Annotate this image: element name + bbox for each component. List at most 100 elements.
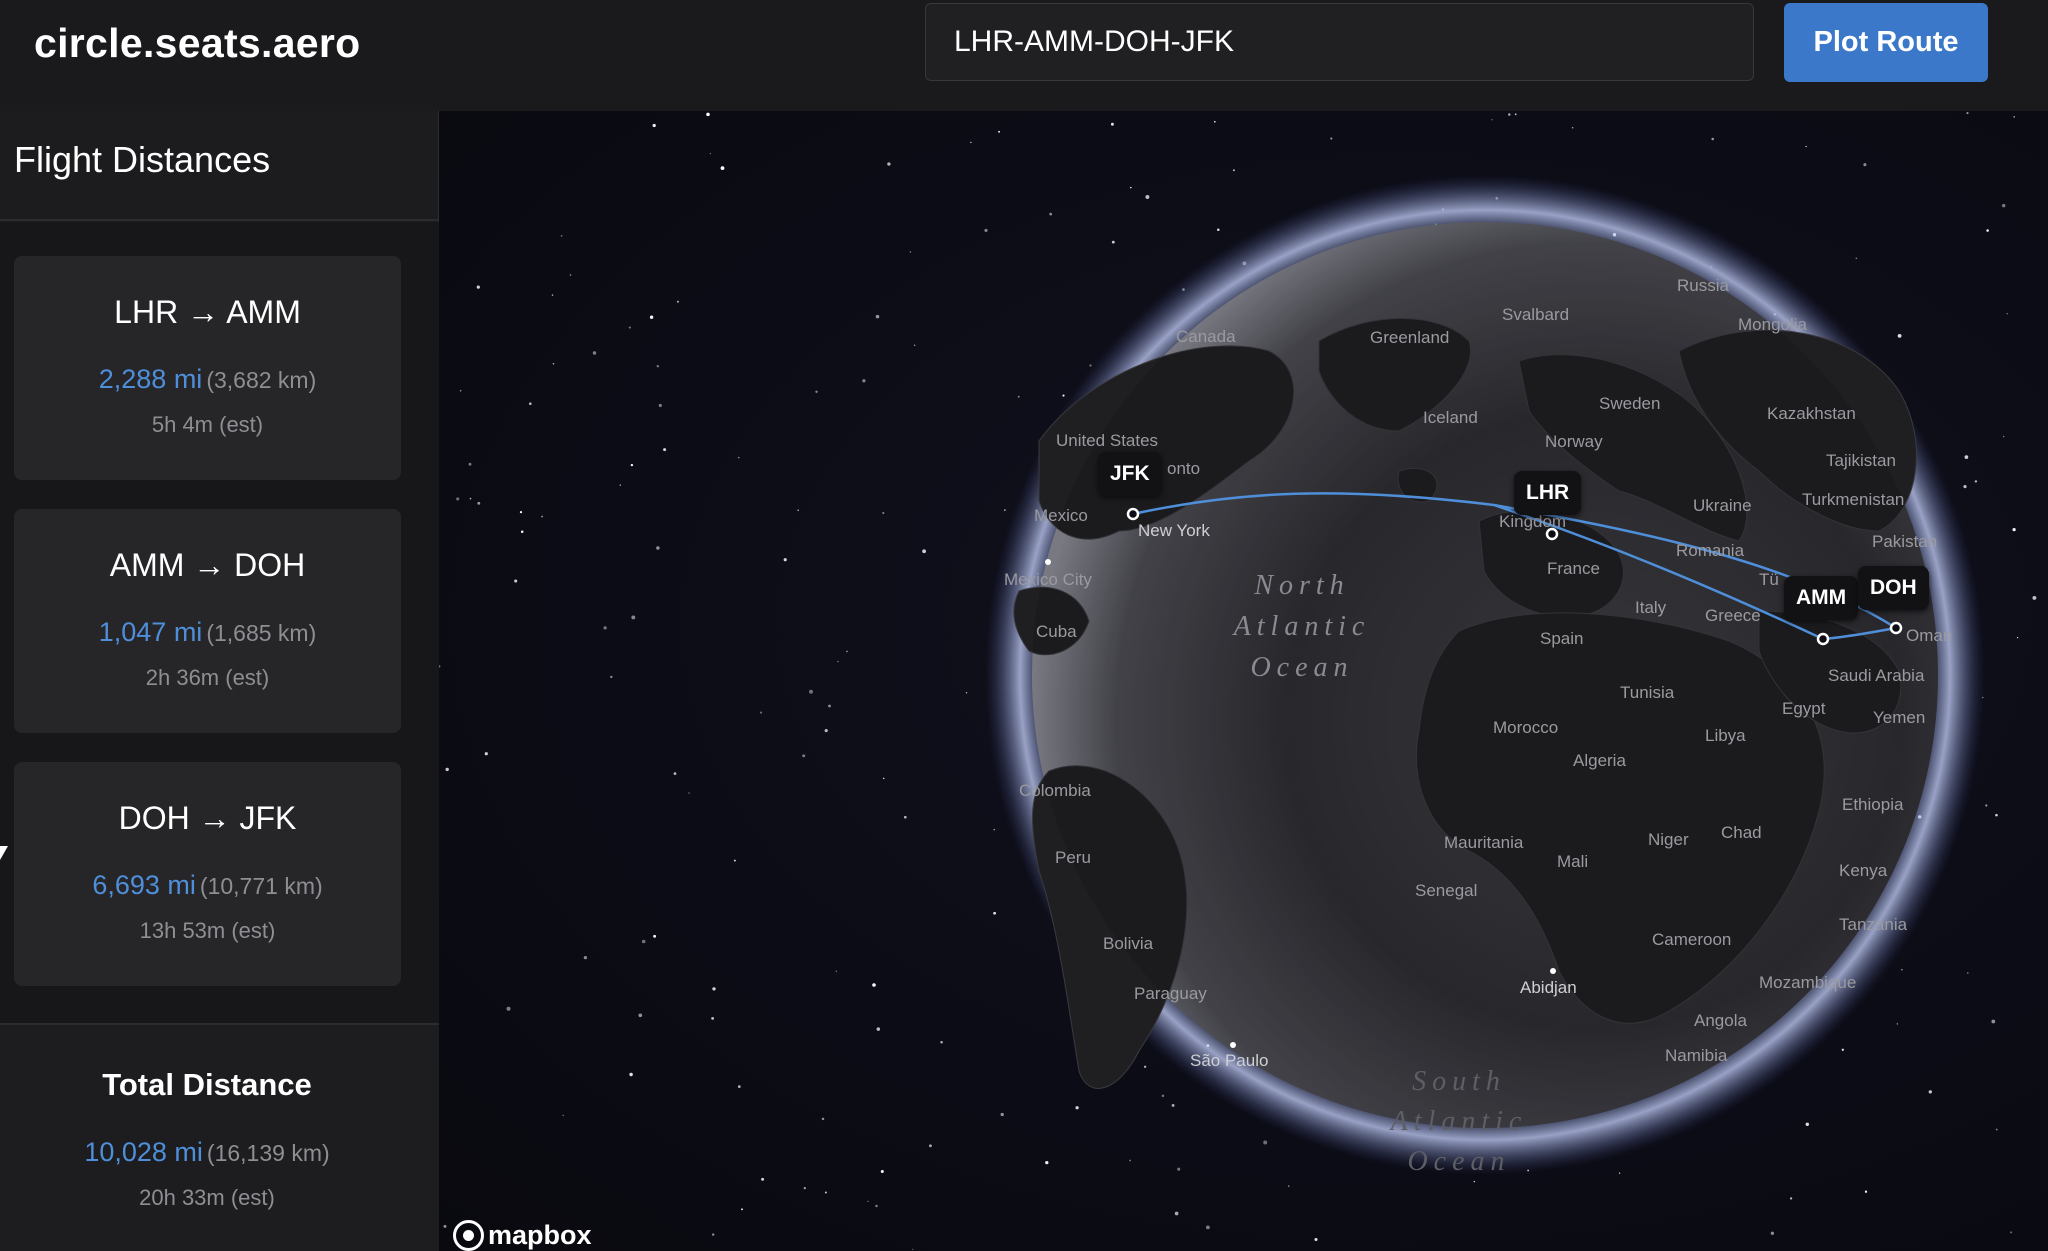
star xyxy=(1896,1023,1899,1025)
star xyxy=(737,1085,741,1088)
place-label: Mexico xyxy=(1034,506,1088,525)
star xyxy=(1130,186,1132,189)
star xyxy=(1171,1103,1175,1107)
star xyxy=(1000,1112,1004,1117)
star xyxy=(673,772,677,775)
ocean-label: Atlantic xyxy=(1389,1106,1528,1137)
place-label: Bolivia xyxy=(1103,934,1154,953)
star xyxy=(619,484,622,486)
star xyxy=(1805,145,1807,148)
star xyxy=(2006,312,2008,315)
star xyxy=(630,463,634,467)
star xyxy=(569,274,572,276)
star xyxy=(1263,1140,1268,1145)
star xyxy=(882,777,885,780)
airport-label-doh[interactable]: DOH xyxy=(1858,566,1929,610)
star xyxy=(706,112,710,117)
place-label: New York xyxy=(1138,521,1210,540)
star xyxy=(711,1017,714,1020)
star xyxy=(1145,195,1150,199)
city-dot xyxy=(1230,1042,1236,1048)
star xyxy=(759,711,763,714)
star xyxy=(940,1041,943,1044)
leg-card: DOH → JFK 6,693 mi (10,771 km) 13h 53m (e… xyxy=(14,762,401,986)
ocean-label: North xyxy=(1253,570,1349,601)
leg-km: (10,771 km) xyxy=(199,873,323,899)
star xyxy=(846,650,848,653)
star xyxy=(903,815,907,819)
airport-label-jfk[interactable]: JFK xyxy=(1098,452,1162,496)
star xyxy=(862,379,866,383)
total-title: Total Distance xyxy=(102,1067,312,1102)
place-label: Mexico City xyxy=(1004,570,1092,589)
star xyxy=(1287,1185,1290,1187)
place-label: Libya xyxy=(1705,726,1746,745)
star xyxy=(1473,1180,1476,1183)
star xyxy=(1864,1190,1868,1193)
place-label: Canada xyxy=(1176,327,1236,346)
airport-dot-doh[interactable] xyxy=(1889,621,1903,635)
leg-distance: 1,047 mi (1,685 km) xyxy=(14,617,401,648)
place-label: Turkmenistan xyxy=(1802,490,1904,509)
total-distance: 10,028 mi (16,139 km) xyxy=(0,1137,414,1168)
star xyxy=(824,1191,827,1194)
leg-km: (3,682 km) xyxy=(206,367,317,393)
star xyxy=(506,1006,511,1011)
star xyxy=(1508,113,1511,116)
star xyxy=(439,665,441,668)
total-km: (16,139 km) xyxy=(206,1140,330,1166)
place-label: Namibia xyxy=(1665,1046,1728,1065)
star xyxy=(551,294,554,296)
star xyxy=(1143,1065,1147,1069)
star xyxy=(476,285,480,289)
star xyxy=(970,141,972,144)
star xyxy=(875,1204,878,1208)
star xyxy=(1213,120,1216,123)
plot-route-button[interactable]: Plot Route xyxy=(1784,3,1988,82)
top-bar: circle.seats.aero Plot Route xyxy=(0,0,2048,111)
star xyxy=(835,970,838,972)
place-label: Niger xyxy=(1648,830,1689,849)
leg-card: AMM → DOH 1,047 mi (1,685 km) 2h 36m (est… xyxy=(14,509,401,733)
star xyxy=(514,579,518,583)
star xyxy=(1111,240,1115,244)
airport-label-amm[interactable]: AMM xyxy=(1784,576,1859,620)
airport-label-lhr[interactable]: LHR xyxy=(1514,471,1582,515)
star xyxy=(824,729,828,733)
airport-dot-amm[interactable] xyxy=(1816,632,1830,646)
mapbox-attribution[interactable]: mapbox xyxy=(453,1220,592,1251)
leg-distance: 2,288 mi (3,682 km) xyxy=(14,364,401,395)
total-time: 20h 33m (est) xyxy=(139,1185,275,1210)
star xyxy=(2002,435,2005,438)
star xyxy=(541,515,544,518)
mapbox-logo-icon xyxy=(453,1220,484,1251)
leg-list[interactable]: LHR → AMM 2,288 mi (3,682 km) 5h 4m (est)… xyxy=(0,222,439,1134)
star xyxy=(1075,1106,1079,1110)
globe-svg: Russia Svalbard Mongolia Canada Greenlan… xyxy=(439,112,2037,1251)
mouse-cursor-icon xyxy=(0,846,8,860)
site-logo[interactable]: circle.seats.aero xyxy=(34,20,361,67)
place-label: Tajikistan xyxy=(1826,451,1896,470)
star xyxy=(1089,364,1092,367)
star xyxy=(998,130,1001,133)
divider xyxy=(0,219,439,221)
place-label: Mauritania xyxy=(1444,833,1524,852)
place-label: Peru xyxy=(1055,848,1091,867)
star xyxy=(1963,485,1967,489)
star xyxy=(837,660,839,663)
leg-title: DOH → JFK xyxy=(118,800,297,836)
star xyxy=(867,1200,869,1202)
place-label: Spain xyxy=(1540,629,1583,648)
star xyxy=(1314,1238,1318,1241)
mapbox-wordmark: mapbox xyxy=(488,1220,592,1250)
star xyxy=(1232,169,1235,172)
globe-map[interactable]: Russia Svalbard Mongolia Canada Greenlan… xyxy=(439,111,2048,1251)
star xyxy=(815,390,818,393)
star xyxy=(445,767,449,772)
route-input[interactable] xyxy=(925,3,1754,81)
place-label: Egypt xyxy=(1782,699,1826,718)
leg-km: (1,685 km) xyxy=(206,620,317,646)
star xyxy=(1964,455,1969,459)
star xyxy=(993,911,996,915)
airport-dot-jfk[interactable] xyxy=(1126,507,1140,521)
